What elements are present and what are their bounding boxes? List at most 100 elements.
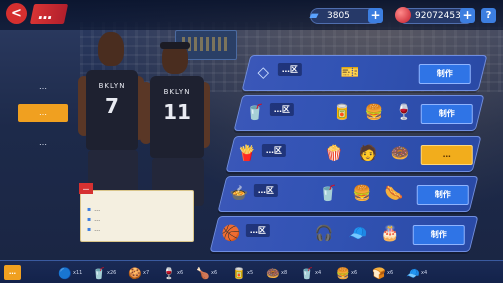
help-button[interactable]: ? [481, 8, 496, 23]
headphones-icon: 🎧 [314, 224, 334, 242]
can-icon: 🥫 [332, 103, 352, 121]
inventory-strip: … 🔵 x11 🥤 x26 🍪 x7 🍷 x6 🍗 x6 🥫 x5 🍩 x8 🥤 x4 🍔 x6 … [0, 260, 503, 283]
item-icon: 🍔 [336, 266, 350, 280]
item-icon: 🧢 [406, 266, 420, 280]
top-bar: < … ▰ 3805 + 92072453 + ? [0, 0, 503, 30]
inventory-item[interactable]: 🍞 x6 [372, 265, 393, 281]
add-currency-button[interactable]: + [460, 8, 475, 23]
inventory-item[interactable]: 🍗 x6 [196, 265, 217, 281]
burger-icon: 🍔 [364, 103, 384, 121]
inventory-label: … [4, 265, 21, 280]
burger-icon: 🍔 [352, 184, 372, 202]
player-jersey: BKLYN 11 [150, 76, 204, 158]
inventory-item[interactable]: 🍔 x6 [336, 265, 357, 281]
hotdog-icon: 🌭 [384, 184, 404, 202]
production-row[interactable]: ◇ …区 🎫 制作 [241, 55, 488, 91]
cup-icon: 🥤 [318, 184, 338, 202]
row-title: …区 [277, 63, 302, 76]
item-count: x7 [143, 270, 150, 276]
item-icon: 🍩 [266, 266, 280, 280]
item-count: x5 [247, 270, 254, 276]
item-count: x6 [351, 270, 358, 276]
collect-button[interactable]: … [420, 145, 473, 165]
row-title: …区 [269, 103, 294, 116]
player-head [98, 32, 124, 66]
item-icon: 🥤 [92, 266, 106, 280]
row-title: …区 [253, 184, 278, 197]
item-count: x8 [281, 270, 288, 276]
production-row[interactable]: 🍲 …区 🥤 🍔 🌭 制作 [217, 176, 479, 212]
info-tooltip: … … … … [79, 183, 194, 242]
tab-production[interactable]: … [18, 104, 68, 122]
row-title: …区 [245, 224, 270, 237]
jersey-number: 11 [163, 100, 191, 124]
jersey-team: BKLYN [163, 88, 191, 96]
game-scene: BKLYN 7 BKLYN 11 … … … … ◇ …区 🎫 制作 🥤 …区 … [0, 0, 503, 283]
currency-value: 3805 [327, 11, 350, 21]
ticket-icon: ▰ [309, 8, 319, 22]
production-row[interactable]: 🥤 …区 🥫 🍔 🍷 制作 [233, 95, 485, 131]
make-button[interactable]: 制作 [416, 185, 469, 205]
inventory-item[interactable]: 🍪 x7 [128, 265, 149, 281]
diamond-icon: ◇ [257, 63, 270, 81]
make-button[interactable]: 制作 [420, 104, 473, 124]
drink-icon: 🥤 [245, 103, 265, 121]
item-icon: 🍞 [372, 266, 386, 280]
jersey-team: BKLYN [98, 82, 126, 90]
inventory-item[interactable]: 🧢 x4 [406, 265, 427, 281]
item-count: x6 [211, 270, 218, 276]
tab-order-goods[interactable]: … [15, 134, 71, 152]
tooltip-tag: … [79, 183, 93, 194]
ticket-icon: 🎫 [340, 63, 360, 81]
item-icon: 🥤 [300, 266, 314, 280]
currency-value: 92072453 [415, 11, 461, 21]
make-button[interactable]: 制作 [418, 64, 471, 84]
cake-icon: 🎂 [380, 224, 400, 242]
mascot-icon: 🧑 [358, 144, 378, 162]
tooltip-line: … [87, 215, 100, 224]
production-row[interactable]: 🏀 …区 🎧 🧢 🎂 制作 [209, 216, 479, 252]
player-left: BKLYN 7 [78, 32, 146, 204]
make-button[interactable]: 制作 [412, 225, 465, 245]
page-title: … [29, 4, 69, 24]
player-headband [160, 42, 190, 49]
player-jersey: BKLYN 7 [86, 70, 138, 150]
tooltip-line: … [87, 225, 100, 234]
item-count: x6 [177, 270, 184, 276]
item-icon: 🥫 [232, 266, 246, 280]
item-count: x4 [421, 270, 428, 276]
fries-icon: 🍟 [237, 144, 257, 162]
jersey-number: 7 [105, 94, 119, 118]
inventory-item[interactable]: 🍩 x8 [266, 265, 287, 281]
inventory-item[interactable]: 🔵 x11 [58, 265, 82, 281]
item-count: x11 [73, 270, 83, 276]
player-right: BKLYN 11 [140, 36, 210, 211]
item-icon: 🍷 [162, 266, 176, 280]
item-icon: 🍗 [196, 266, 210, 280]
pot-icon: 🍲 [229, 184, 249, 202]
donut-icon: 🍩 [390, 144, 410, 162]
item-count: x4 [315, 270, 322, 276]
inventory-item[interactable]: 🥤 x26 [92, 265, 116, 281]
basketball-icon: 🏀 [221, 224, 241, 242]
wine-icon: 🍷 [394, 103, 414, 121]
inventory-item[interactable]: 🍷 x6 [162, 265, 183, 281]
row-title: …区 [261, 144, 286, 157]
item-icon: 🍪 [128, 266, 142, 280]
page-title-text: … [38, 5, 54, 23]
add-currency-button[interactable]: + [368, 8, 383, 23]
inventory-item[interactable]: 🥤 x4 [300, 265, 321, 281]
currency-ball: 92072453 + [395, 7, 475, 24]
item-count: x6 [387, 270, 394, 276]
popcorn-icon: 🍿 [324, 144, 344, 162]
item-icon: 🔵 [58, 266, 72, 280]
back-logo-icon[interactable]: < [6, 3, 27, 24]
inventory-item[interactable]: 🥫 x5 [232, 265, 253, 281]
currency-ticket: ▰ 3805 + [309, 8, 383, 24]
production-row[interactable]: 🍟 …区 🍿 🧑 🍩 … [225, 136, 482, 172]
tooltip-line: … [87, 205, 100, 214]
cap-icon: 🧢 [348, 224, 368, 242]
ball-icon [395, 7, 411, 23]
tab-court-order[interactable]: … [15, 78, 71, 96]
item-count: x26 [107, 270, 117, 276]
